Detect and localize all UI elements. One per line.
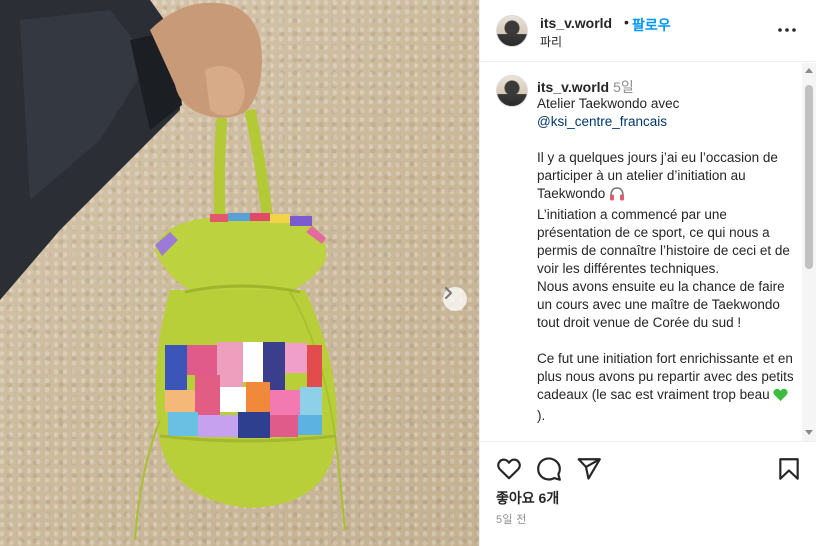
- separator-dot: •: [624, 14, 629, 30]
- caption-text-segment: Il y a quelques jours j’ai eu l’occasion…: [537, 150, 778, 201]
- caption-text: Atelier Taekwondo avec @ksi_centre_franc…: [537, 95, 795, 425]
- caption-paragraph-3: Nous avons ensuite eu la chance de faire…: [537, 279, 785, 330]
- likes-count[interactable]: 좋아요 6개: [496, 488, 559, 508]
- bag-photo-illustration: [0, 0, 442, 541]
- caption-avatar[interactable]: [496, 75, 528, 107]
- scroll-up-arrow[interactable]: [805, 68, 813, 73]
- like-button[interactable]: [496, 456, 522, 482]
- mention-link[interactable]: @ksi_centre_francais: [537, 114, 667, 129]
- green-heart-emoji-icon: [773, 388, 789, 407]
- post-side-panel: its_v.world • 팔로우 파리 its_v.world 5일 Ateli…: [479, 0, 816, 546]
- headphones-emoji-icon: [609, 186, 625, 206]
- post-timestamp[interactable]: 5일 전: [496, 511, 527, 527]
- caption-line-1: Atelier Taekwondo avec: [537, 96, 680, 111]
- caption-text-segment: ).: [537, 408, 546, 423]
- heart-icon: [497, 458, 521, 480]
- caption-area[interactable]: its_v.world 5일 Atelier Taekwondo avec @ks…: [480, 63, 816, 441]
- caption-paragraph-1: Il y a quelques jours j’ai eu l’occasion…: [537, 149, 795, 206]
- caption-text-segment: Ce fut une initiation fort enrichissante…: [537, 351, 794, 402]
- chevron-right-icon: [445, 287, 452, 299]
- next-photo-button[interactable]: [443, 287, 467, 311]
- save-button[interactable]: [776, 456, 802, 482]
- caption-paragraph-2: L’initiation a commencé par une présenta…: [537, 207, 790, 276]
- comment-button[interactable]: [536, 456, 562, 482]
- bookmark-icon: [779, 458, 799, 480]
- post-actions: 좋아요 6개 5일 전: [480, 441, 816, 546]
- share-button[interactable]: [576, 456, 602, 482]
- location-link[interactable]: 파리: [540, 33, 562, 50]
- post-header: its_v.world • 팔로우 파리: [480, 0, 816, 62]
- caption-username[interactable]: its_v.world: [537, 79, 609, 95]
- comment-icon: [537, 457, 561, 481]
- caption-header: its_v.world 5일: [537, 77, 634, 97]
- more-options-icon: [778, 28, 796, 32]
- post-photo[interactable]: [0, 0, 479, 546]
- caption-paragraph-4: Ce fut une initiation fort enrichissante…: [537, 350, 795, 425]
- scroll-down-arrow[interactable]: [805, 430, 813, 435]
- more-options-button[interactable]: [776, 20, 798, 40]
- send-icon: [577, 458, 601, 480]
- header-username[interactable]: its_v.world: [540, 15, 612, 31]
- scrollbar-thumb[interactable]: [805, 85, 813, 269]
- caption-scrollbar[interactable]: [802, 63, 816, 441]
- follow-button[interactable]: 팔로우: [632, 15, 671, 35]
- avatar[interactable]: [496, 15, 528, 47]
- caption-time: 5일: [613, 79, 634, 95]
